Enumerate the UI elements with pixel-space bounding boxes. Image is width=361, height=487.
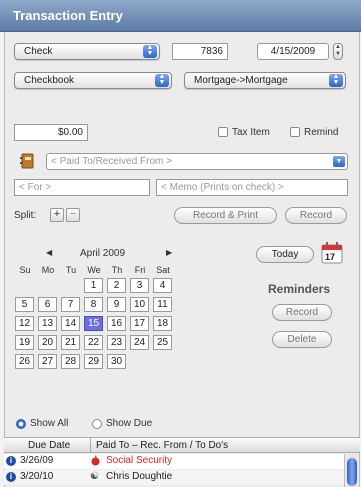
calendar-day[interactable]: 28: [61, 354, 80, 369]
calendar-day[interactable]: 24: [130, 335, 149, 350]
popup-arrows-icon: ▲ ▼: [143, 44, 157, 58]
tax-item-checkbox[interactable]: [218, 127, 228, 137]
calendar-day[interactable]: 15: [84, 316, 103, 331]
popup-arrows-icon: ▲ ▼: [329, 73, 343, 87]
remind-label: Remind: [304, 127, 339, 138]
weekday-label: Mo: [41, 265, 55, 275]
table-row[interactable]: i 3/26/09 Social Security: [4, 454, 344, 469]
account-popup[interactable]: Checkbook ▲ ▼: [14, 72, 172, 89]
row-due-date: 3/26/09: [20, 455, 54, 466]
weekday-label: Th: [111, 265, 123, 275]
calendar-day[interactable]: 12: [15, 316, 34, 331]
category-value: Mortgage->Mortgage: [194, 75, 288, 86]
calendar-day[interactable]: 16: [107, 316, 126, 331]
handshake-icon: ☯: [90, 471, 99, 482]
calendar-day[interactable]: 10: [130, 297, 149, 312]
weekday-label: Tu: [65, 265, 77, 275]
calendar-day[interactable]: 27: [38, 354, 57, 369]
calendar-day[interactable]: 3: [130, 278, 149, 293]
calendar-day[interactable]: 9: [107, 297, 126, 312]
transaction-type-value: Check: [24, 46, 53, 57]
reminder-record-button[interactable]: Record: [272, 304, 332, 321]
record-button[interactable]: Record: [285, 207, 347, 224]
reminders-title: Reminders: [268, 282, 331, 296]
prev-month-icon[interactable]: ◀: [46, 248, 52, 257]
calendar-day[interactable]: 8: [84, 297, 103, 312]
calendar-day[interactable]: 13: [38, 316, 57, 331]
show-due-label: Show Due: [106, 418, 153, 429]
calendar-day[interactable]: 29: [84, 354, 103, 369]
calendar-day[interactable]: 20: [38, 335, 57, 350]
calendar-day[interactable]: 11: [153, 297, 172, 312]
date-stepper[interactable]: ▲ ▼: [333, 43, 343, 60]
table-row[interactable]: i 3/20/10 ☯ Chris Doughtie: [4, 470, 344, 485]
split-add-button[interactable]: +: [50, 208, 64, 222]
window-title: Transaction Entry: [0, 0, 361, 32]
split-label: Split:: [14, 210, 37, 221]
calendar-day[interactable]: 26: [15, 354, 34, 369]
column-divider: [90, 438, 91, 453]
calendar-day[interactable]: 14: [61, 316, 80, 331]
info-icon[interactable]: i: [6, 456, 16, 466]
show-due-radio[interactable]: [92, 419, 102, 429]
address-book-icon[interactable]: [20, 153, 34, 169]
memo-field[interactable]: < Memo (Prints on check) >: [156, 179, 348, 196]
calendar-day[interactable]: 2: [107, 278, 126, 293]
payee-field[interactable]: < Paid To/Received From > ▼: [46, 153, 348, 170]
next-month-icon[interactable]: ▶: [166, 248, 172, 257]
payee-dropdown-icon[interactable]: ▼: [333, 156, 345, 167]
popup-arrows-icon: ▲ ▼: [155, 73, 169, 87]
for-field[interactable]: < For >: [14, 179, 150, 196]
weekday-label: Fri: [134, 265, 146, 275]
calendar-day[interactable]: 25: [153, 335, 172, 350]
category-popup[interactable]: Mortgage->Mortgage ▲ ▼: [184, 72, 346, 89]
reminders-table-header: Due Date Paid To – Rec. From / To Do's: [4, 437, 360, 453]
row-payee: Social Security: [106, 455, 173, 466]
column-header-due-date[interactable]: Due Date: [28, 440, 70, 451]
row-due-date: 3/20/10: [20, 471, 54, 482]
calendar-icon-number: 17: [325, 252, 336, 262]
calendar-day[interactable]: 7: [61, 297, 80, 312]
transaction-type-popup[interactable]: Check ▲ ▼: [14, 43, 160, 60]
remind-checkbox[interactable]: [290, 127, 300, 137]
calendar-day[interactable]: 6: [38, 297, 57, 312]
calendar-icon[interactable]: 17: [320, 241, 344, 265]
calendar-day[interactable]: 4: [153, 278, 172, 293]
calendar-day[interactable]: 17: [130, 316, 149, 331]
calendar-day[interactable]: 21: [61, 335, 80, 350]
scroll-thumb[interactable]: [347, 458, 357, 486]
record-print-button[interactable]: Record & Print: [174, 207, 277, 224]
calendar-day[interactable]: 5: [15, 297, 34, 312]
payee-placeholder: < Paid To/Received From >: [51, 156, 172, 167]
calendar-month-year: April 2009: [80, 248, 126, 259]
column-header-payee[interactable]: Paid To – Rec. From / To Do's: [96, 440, 228, 451]
row-payee: Chris Doughtie: [106, 471, 173, 482]
check-number-field[interactable]: 7836: [172, 43, 228, 60]
account-value: Checkbook: [24, 75, 75, 86]
calendar-day[interactable]: 19: [15, 335, 34, 350]
date-field[interactable]: 4/15/2009: [257, 43, 329, 60]
weekday-label: Su: [19, 265, 31, 275]
show-all-radio[interactable]: [16, 419, 26, 429]
info-icon[interactable]: i: [6, 472, 16, 482]
weekday-label: We: [87, 265, 101, 275]
amount-field[interactable]: $0.00: [14, 124, 88, 141]
calendar-day[interactable]: 18: [153, 316, 172, 331]
reminder-delete-button[interactable]: Delete: [272, 331, 332, 348]
split-remove-button[interactable]: −: [66, 208, 80, 222]
table-scrollbar[interactable]: [344, 454, 358, 487]
tax-item-label: Tax Item: [232, 127, 270, 138]
calendar-day[interactable]: 22: [84, 335, 103, 350]
today-button[interactable]: Today: [256, 246, 314, 263]
calendar-day[interactable]: 30: [107, 354, 126, 369]
weekday-label: Sat: [156, 265, 170, 275]
show-all-label: Show All: [30, 418, 69, 429]
calendar-day[interactable]: 1: [84, 278, 103, 293]
calendar-day[interactable]: 23: [107, 335, 126, 350]
apple-icon: [90, 455, 101, 469]
